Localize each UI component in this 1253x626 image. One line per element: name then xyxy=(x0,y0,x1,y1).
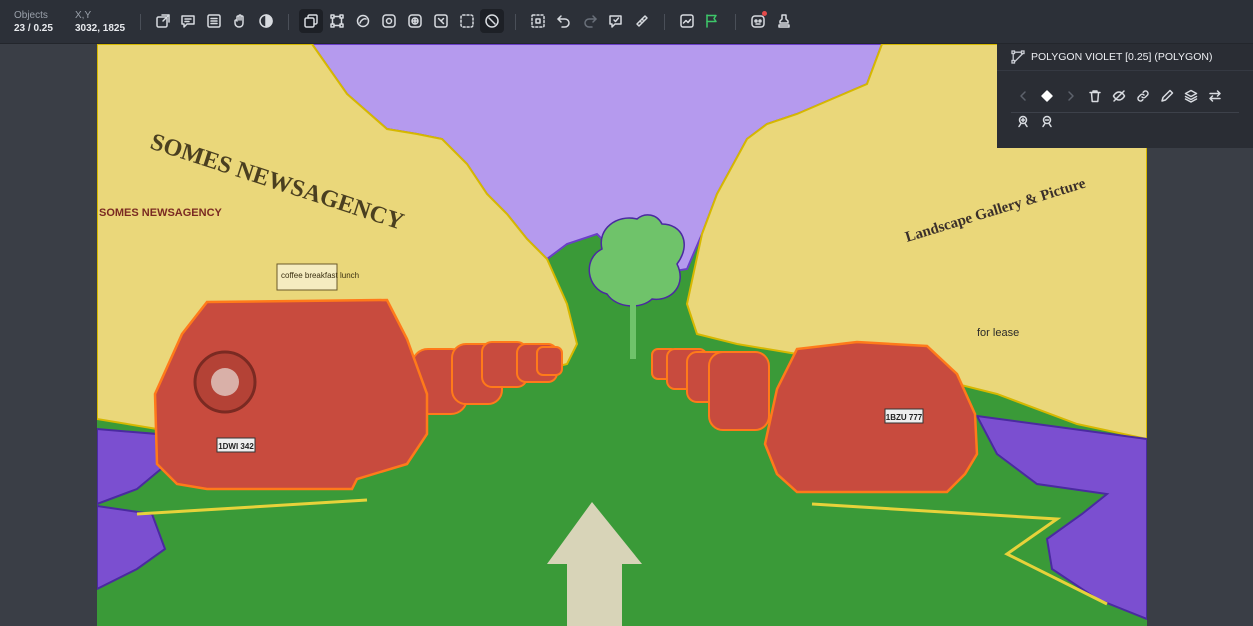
redo-button[interactable] xyxy=(578,9,602,33)
xy-label: X,Y xyxy=(75,10,92,21)
objects-stat: Objects 23 / 0.25 xyxy=(14,9,53,35)
ruler-icon xyxy=(636,15,648,27)
list-icon xyxy=(207,14,221,28)
swap-class-button[interactable] xyxy=(1203,85,1227,107)
xy-value: 3032, 1825 xyxy=(75,23,126,34)
car-left-6[interactable] xyxy=(536,346,563,376)
segment-tool-button[interactable] xyxy=(351,9,375,33)
objects-value: 23 / 0.25 xyxy=(14,23,53,34)
list-button[interactable] xyxy=(202,9,226,33)
toolbar-divider xyxy=(288,14,289,30)
flag-button[interactable] xyxy=(700,9,724,33)
newsagency-small-sign: SOMES NEWSAGENCY xyxy=(99,207,223,219)
objects-label: Objects xyxy=(14,10,48,21)
top-toolbar: Objects 23 / 0.25 X,Y 3032, 1825 xyxy=(0,0,1253,44)
link-object-button[interactable] xyxy=(1131,85,1155,107)
segmentation-overlay: 1DWI 342 1BZU 777 SOMES NEWSAGENCY SOMES… xyxy=(97,44,1147,626)
export-icon xyxy=(156,14,170,28)
comment-button[interactable] xyxy=(176,9,200,33)
link-icon xyxy=(1137,90,1149,102)
clock-icon xyxy=(485,14,499,28)
hide-icon xyxy=(1112,90,1126,102)
chart-icon xyxy=(680,14,694,28)
car-right-1[interactable] xyxy=(763,340,979,494)
remove-point-icon xyxy=(1042,115,1052,128)
panel-header: POLYGON VIOLET [0.25] (POLYGON) xyxy=(997,44,1253,71)
hide-object-button[interactable] xyxy=(1107,85,1131,107)
panel-toolbar-row-1 xyxy=(1011,85,1227,107)
notification-dot xyxy=(762,11,767,16)
swap-icon xyxy=(1209,90,1221,102)
stamp-button[interactable] xyxy=(772,9,796,33)
tree-trunk xyxy=(630,299,636,359)
chevron-left-icon xyxy=(1020,91,1026,101)
brush-icon xyxy=(382,14,396,28)
polygon-icon xyxy=(1011,50,1025,64)
chart-button[interactable] xyxy=(675,9,699,33)
plate-right-text: 1BZU 777 xyxy=(886,413,923,422)
toolbar-divider xyxy=(664,14,665,30)
hand-icon xyxy=(234,14,244,28)
xy-stat: X,Y 3032, 1825 xyxy=(75,9,125,35)
car-left-1[interactable] xyxy=(153,298,429,491)
toolbar-divider xyxy=(515,14,516,30)
undo-button[interactable] xyxy=(552,9,576,33)
remove-point-button[interactable] xyxy=(1035,110,1059,132)
trash-icon xyxy=(1089,90,1101,103)
panel-title: POLYGON VIOLET [0.25] (POLYGON) xyxy=(1031,51,1213,63)
ai-assist-button[interactable] xyxy=(746,9,770,33)
chevron-right-icon xyxy=(1068,91,1074,101)
layer-order-button[interactable] xyxy=(1179,85,1203,107)
layers-tool-button[interactable] xyxy=(299,9,323,33)
spare-tire-hub xyxy=(211,368,239,396)
polygon-tool-button[interactable] xyxy=(325,9,349,33)
comment-icon xyxy=(181,15,195,28)
magic-tool-button[interactable] xyxy=(429,9,453,33)
box-select-icon xyxy=(460,14,474,28)
cafe-sign: coffee breakfast lunch xyxy=(281,271,359,280)
toolbar-divider xyxy=(735,14,736,30)
timer-tool-button[interactable] xyxy=(480,9,504,33)
grid-tool-button[interactable] xyxy=(403,9,427,33)
lease-sign: for lease xyxy=(977,327,1019,339)
layers-icon xyxy=(304,14,318,28)
contrast-icon xyxy=(259,14,273,28)
annotated-image[interactable]: 1DWI 342 1BZU 777 SOMES NEWSAGENCY SOMES… xyxy=(97,44,1147,626)
undo-icon xyxy=(557,15,570,28)
stamp-icon xyxy=(778,14,790,28)
segment-icon xyxy=(356,14,370,28)
annotation-detail-panel: POLYGON VIOLET [0.25] (POLYGON) xyxy=(997,44,1253,148)
contrast-button[interactable] xyxy=(254,9,278,33)
panel-toolbar-row-2 xyxy=(1011,110,1059,132)
edit-object-button[interactable] xyxy=(1155,85,1179,107)
ruler-button[interactable] xyxy=(630,9,654,33)
diamond-icon xyxy=(1041,90,1053,102)
add-point-button[interactable] xyxy=(1011,110,1035,132)
pencil-icon xyxy=(1161,89,1174,102)
plate-left-text: 1DWI 342 xyxy=(218,442,254,451)
review-button[interactable] xyxy=(604,9,628,33)
next-object-button[interactable] xyxy=(1059,85,1083,107)
car-right-3[interactable] xyxy=(708,351,770,431)
add-point-icon xyxy=(1018,115,1028,128)
grid-icon xyxy=(408,14,422,28)
stack-icon xyxy=(1184,89,1198,103)
redo-icon xyxy=(584,15,597,28)
toolbar-divider xyxy=(140,14,141,30)
flag-icon xyxy=(706,14,717,28)
select-area-button[interactable] xyxy=(526,9,550,33)
vertex-mode-button[interactable] xyxy=(1035,85,1059,107)
select-area-icon xyxy=(531,14,545,28)
polygon-icon xyxy=(330,14,344,28)
brush-tool-button[interactable] xyxy=(377,9,401,33)
magic-icon xyxy=(434,14,448,28)
review-icon xyxy=(609,15,622,28)
delete-object-button[interactable] xyxy=(1083,85,1107,107)
box-select-tool-button[interactable] xyxy=(455,9,479,33)
export-button[interactable] xyxy=(151,9,175,33)
previous-object-button[interactable] xyxy=(1011,85,1035,107)
hand-button[interactable] xyxy=(228,9,252,33)
